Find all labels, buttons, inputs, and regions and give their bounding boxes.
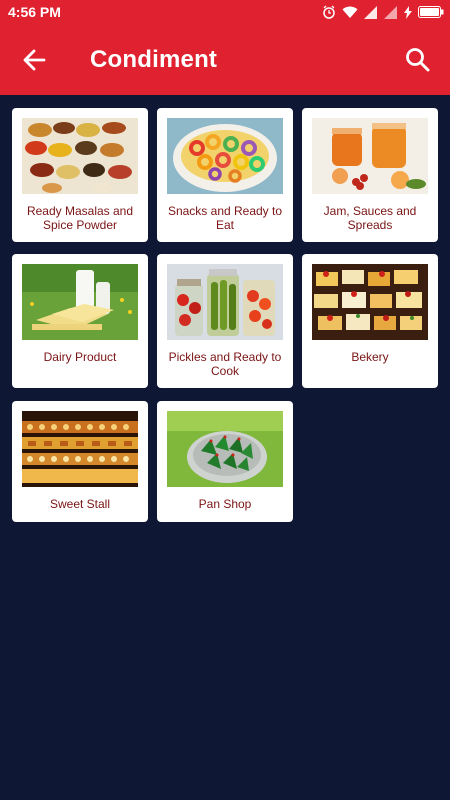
category-card-snacks[interactable]: Snacks and Ready to Eat bbox=[157, 108, 293, 242]
page-title: Condiment bbox=[90, 46, 218, 73]
category-label: Dairy Product bbox=[43, 350, 117, 364]
category-label: Jam, Sauces and Spreads bbox=[323, 204, 417, 232]
category-label: Ready Masalas and Spice Powder bbox=[26, 204, 134, 232]
milk-cheese-photo bbox=[22, 264, 138, 340]
status-time: 4:56 PM bbox=[8, 4, 61, 20]
wifi-icon bbox=[342, 6, 358, 19]
signal-icon bbox=[384, 5, 398, 19]
category-label: Pickles and Ready to Cook bbox=[168, 350, 282, 378]
category-card-dairy[interactable]: Dairy Product bbox=[12, 254, 148, 388]
charging-icon bbox=[404, 5, 412, 19]
category-card-jam[interactable]: Jam, Sauces and Spreads bbox=[302, 108, 438, 242]
search-icon bbox=[404, 48, 432, 78]
category-card-pan-shop[interactable]: Pan Shop bbox=[157, 401, 293, 522]
pastries-photo bbox=[312, 264, 428, 340]
search-button[interactable] bbox=[404, 46, 432, 74]
spices-photo bbox=[22, 118, 138, 194]
signal-icon bbox=[364, 5, 378, 19]
category-label: Sweet Stall bbox=[49, 497, 111, 511]
pickle-jars-photo bbox=[167, 264, 283, 340]
status-bar: 4:56 PM bbox=[0, 0, 450, 24]
category-label: Snacks and Ready to Eat bbox=[167, 204, 283, 232]
jam-jars-photo bbox=[312, 118, 428, 194]
cereal-loops-photo bbox=[167, 118, 283, 194]
category-label: Bekery bbox=[351, 350, 389, 364]
category-card-pickles[interactable]: Pickles and Ready to Cook bbox=[157, 254, 293, 388]
arrow-left-icon bbox=[20, 49, 50, 78]
category-label: Pan Shop bbox=[198, 497, 252, 511]
back-button[interactable] bbox=[20, 46, 50, 74]
alarm-icon bbox=[322, 5, 336, 19]
category-card-bakery[interactable]: Bekery bbox=[302, 254, 438, 388]
paan-photo bbox=[167, 411, 283, 487]
app-bar: Condiment bbox=[0, 24, 450, 95]
sweets-stall-photo bbox=[22, 411, 138, 487]
battery-icon bbox=[418, 6, 444, 18]
category-card-sweets[interactable]: Sweet Stall bbox=[12, 401, 148, 522]
category-card-masalas[interactable]: Ready Masalas and Spice Powder bbox=[12, 108, 148, 242]
